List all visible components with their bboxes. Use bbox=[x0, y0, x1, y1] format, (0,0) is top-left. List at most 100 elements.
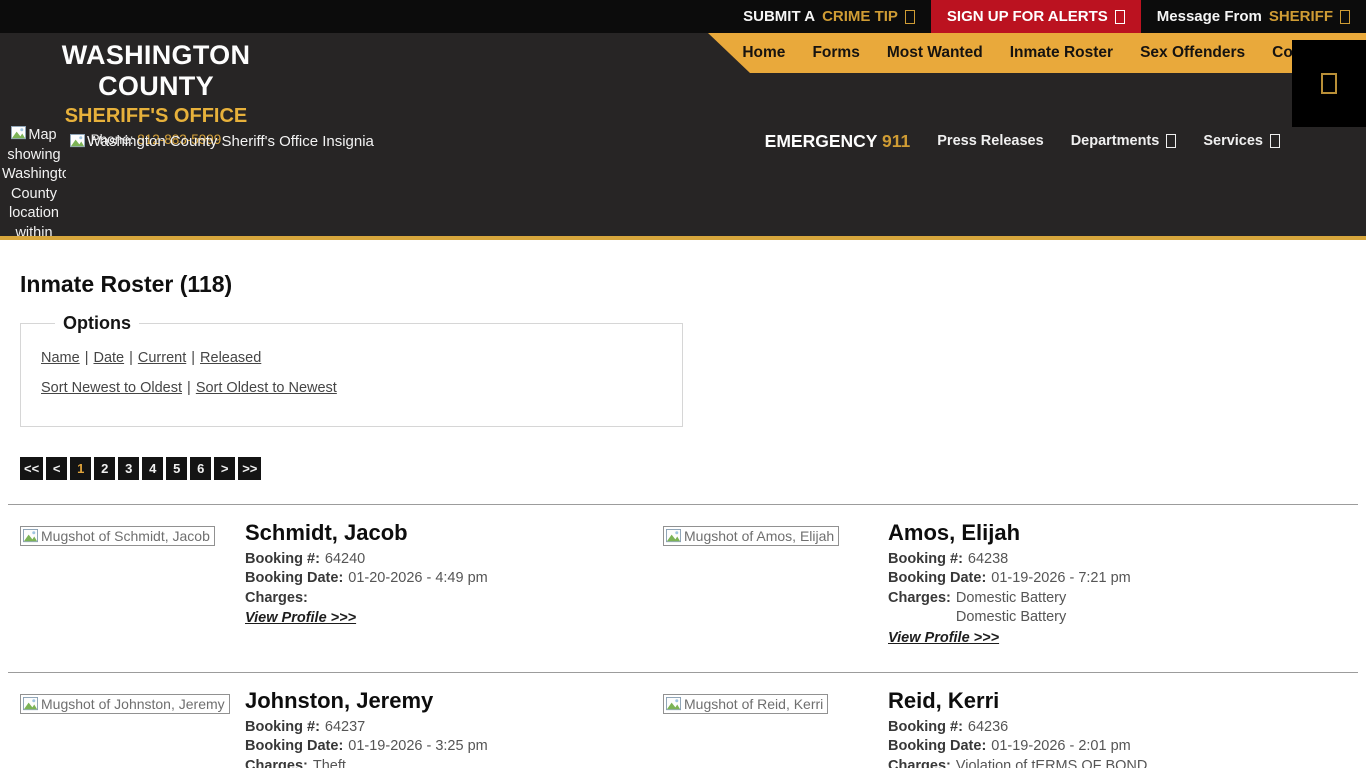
page-6-button[interactable]: 6 bbox=[190, 457, 211, 480]
county-map-alt-text: Map showing Washington County location w… bbox=[2, 127, 66, 240]
menu-services[interactable]: Services bbox=[1203, 133, 1280, 149]
broken-image-icon bbox=[11, 126, 26, 141]
inmate-card-schmidt-jacob: Mugshot of Schmidt, Jacob Schmidt, Jacob… bbox=[0, 523, 663, 648]
page-prev-button[interactable]: < bbox=[46, 457, 67, 480]
sheriff-missing-glyph-icon bbox=[1340, 10, 1350, 24]
inmate-name: Reid, Kerri bbox=[888, 691, 1147, 711]
separator: | bbox=[186, 350, 200, 366]
sign-up-for-alerts-button[interactable]: SIGN UP FOR ALERTS bbox=[931, 0, 1141, 33]
inmate-name: Johnston, Jeremy bbox=[245, 691, 488, 711]
page-first-button[interactable]: << bbox=[20, 457, 43, 480]
booking-number-row: Booking #:64236 bbox=[888, 718, 1147, 738]
mugshot-broken-image[interactable]: Mugshot of Schmidt, Jacob bbox=[20, 526, 215, 546]
booking-number-label: Booking #: bbox=[888, 551, 963, 567]
mugshot-cell: Mugshot of Johnston, Jeremy bbox=[20, 691, 245, 717]
mugshot-alt-text: Mugshot of Amos, Elijah bbox=[684, 528, 834, 544]
county-map-broken-image: Map showing Washington County location w… bbox=[2, 126, 66, 240]
inmate-details: Johnston, Jeremy Booking #:64237 Booking… bbox=[245, 691, 488, 768]
charge-item: Violation of tERMS OF BOND bbox=[956, 757, 1148, 768]
charge-item: Domestic Battery bbox=[956, 589, 1066, 609]
alerts-label: SIGN UP FOR ALERTS bbox=[947, 8, 1108, 25]
nav-item-inmate-roster[interactable]: Inmate Roster bbox=[1010, 44, 1113, 62]
message-from-sheriff-link[interactable]: Message From SHERIFF bbox=[1141, 0, 1366, 33]
submit-crime-tip-prefix: SUBMIT A bbox=[743, 8, 815, 25]
mugshot-broken-image[interactable]: Mugshot of Reid, Kerri bbox=[663, 694, 828, 714]
nav-item-forms[interactable]: Forms bbox=[812, 44, 859, 62]
inmate-card-johnston-jeremy: Mugshot of Johnston, Jeremy Johnston, Je… bbox=[0, 691, 663, 768]
broken-image-icon bbox=[23, 697, 38, 712]
nav-item-sex-offenders[interactable]: Sex Offenders bbox=[1140, 44, 1245, 62]
charges-values: Domestic BatteryDomestic Battery bbox=[956, 589, 1066, 628]
booking-date-label: Booking Date: bbox=[888, 570, 986, 586]
emergency-911-label: EMERGENCY 911 bbox=[765, 131, 911, 152]
menu-departments[interactable]: Departments bbox=[1071, 133, 1177, 149]
secondary-menu-row: EMERGENCY 911 Press Releases Departments… bbox=[765, 126, 1280, 156]
filter-link-current[interactable]: Current bbox=[138, 350, 186, 366]
submit-crime-tip-link[interactable]: SUBMIT A CRIME TIP bbox=[727, 0, 931, 33]
charges-label: Charges: bbox=[888, 589, 951, 628]
sort-link-newest[interactable]: Sort Newest to Oldest bbox=[41, 380, 182, 396]
booking-number-row: Booking #: 64238 bbox=[888, 550, 1131, 570]
options-legend: Options bbox=[55, 313, 139, 334]
page-3-button[interactable]: 3 bbox=[118, 457, 139, 480]
booking-number-row: Booking #: 64240 bbox=[245, 550, 488, 570]
booking-number-value: 64237 bbox=[325, 719, 365, 735]
filter-link-name[interactable]: Name bbox=[41, 350, 80, 366]
booking-date-label: Booking Date: bbox=[245, 570, 343, 586]
view-profile-link[interactable]: View Profile >>> bbox=[888, 629, 999, 649]
mugshot-cell: Mugshot of Schmidt, Jacob bbox=[20, 523, 245, 549]
broken-image-icon bbox=[666, 697, 681, 712]
separator: | bbox=[124, 350, 138, 366]
page-next-button[interactable]: > bbox=[214, 457, 235, 480]
message-prefix: Message From bbox=[1157, 8, 1262, 25]
inmate-details: Reid, Kerri Booking #:64236 Booking Date… bbox=[888, 691, 1147, 768]
nav-item-most-wanted[interactable]: Most Wanted bbox=[887, 44, 983, 62]
inmate-details: Amos, Elijah Booking #:64238 Booking Dat… bbox=[888, 523, 1131, 648]
sort-link-oldest[interactable]: Sort Oldest to Newest bbox=[196, 380, 337, 396]
emergency-word: EMERGENCY bbox=[765, 131, 877, 151]
charges-label: Charges: bbox=[245, 589, 308, 609]
separator: | bbox=[182, 380, 196, 396]
booking-date-value: 01-20-2026 - 4:49 pm bbox=[348, 570, 487, 586]
primary-nav: Home Forms Most Wanted Inmate Roster Sex… bbox=[670, 33, 1366, 73]
booking-number-value: 64240 bbox=[325, 551, 365, 567]
page-5-button[interactable]: 5 bbox=[166, 457, 187, 480]
main-content: Inmate Roster (118) Options Name|Date|Cu… bbox=[0, 271, 1366, 768]
mugshot-cell: Mugshot of Reid, Kerri bbox=[663, 691, 888, 717]
mugshot-broken-image[interactable]: Mugshot of Johnston, Jeremy bbox=[20, 694, 230, 714]
search-button[interactable] bbox=[1292, 40, 1366, 127]
departments-label: Departments bbox=[1071, 133, 1160, 149]
charges-row: Charges: bbox=[245, 589, 488, 609]
view-profile-link[interactable]: View Profile >>> bbox=[245, 609, 356, 629]
message-highlight: SHERIFF bbox=[1269, 8, 1333, 25]
alerts-missing-glyph-icon bbox=[1115, 10, 1125, 24]
booking-number-label: Booking #: bbox=[888, 719, 963, 735]
charges-values: Theft bbox=[313, 757, 346, 768]
submit-crime-tip-highlight: CRIME TIP bbox=[822, 8, 898, 25]
page-2-button[interactable]: 2 bbox=[94, 457, 115, 480]
filter-link-released[interactable]: Released bbox=[200, 350, 261, 366]
charges-row: Charges:Domestic BatteryDomestic Battery bbox=[888, 589, 1131, 628]
departments-dropdown-missing-glyph-icon bbox=[1166, 134, 1176, 148]
booking-date-value: 01-19-2026 - 7:21 pm bbox=[991, 570, 1130, 586]
page-4-button[interactable]: 4 bbox=[142, 457, 163, 480]
booking-number-label: Booking #: bbox=[245, 551, 320, 567]
broken-image-icon bbox=[70, 134, 85, 149]
mugshot-broken-image[interactable]: Mugshot of Amos, Elijah bbox=[663, 526, 839, 546]
search-missing-glyph-icon bbox=[1321, 73, 1337, 94]
nav-item-home[interactable]: Home bbox=[742, 44, 785, 62]
roster-row: Mugshot of Johnston, Jeremy Johnston, Je… bbox=[0, 673, 1366, 768]
booking-number-row: Booking #:64237 bbox=[245, 718, 488, 738]
booking-number-value: 64238 bbox=[968, 551, 1008, 567]
pagination: << < 1 2 3 4 5 6 > >> bbox=[20, 457, 1366, 480]
page-last-button[interactable]: >> bbox=[238, 457, 261, 480]
booking-date-value: 01-19-2026 - 3:25 pm bbox=[348, 738, 487, 754]
menu-press-releases[interactable]: Press Releases bbox=[937, 133, 1043, 149]
page-1-button[interactable]: 1 bbox=[70, 457, 91, 480]
inmate-card-amos-elijah: Mugshot of Amos, Elijah Amos, Elijah Boo… bbox=[663, 523, 1366, 648]
filter-link-date[interactable]: Date bbox=[93, 350, 124, 366]
booking-date-label: Booking Date: bbox=[245, 738, 343, 754]
county-title: WASHINGTON COUNTY bbox=[0, 40, 312, 102]
booking-date-label: Booking Date: bbox=[888, 738, 986, 754]
sort-links-row: Sort Newest to Oldest|Sort Oldest to New… bbox=[41, 380, 662, 396]
